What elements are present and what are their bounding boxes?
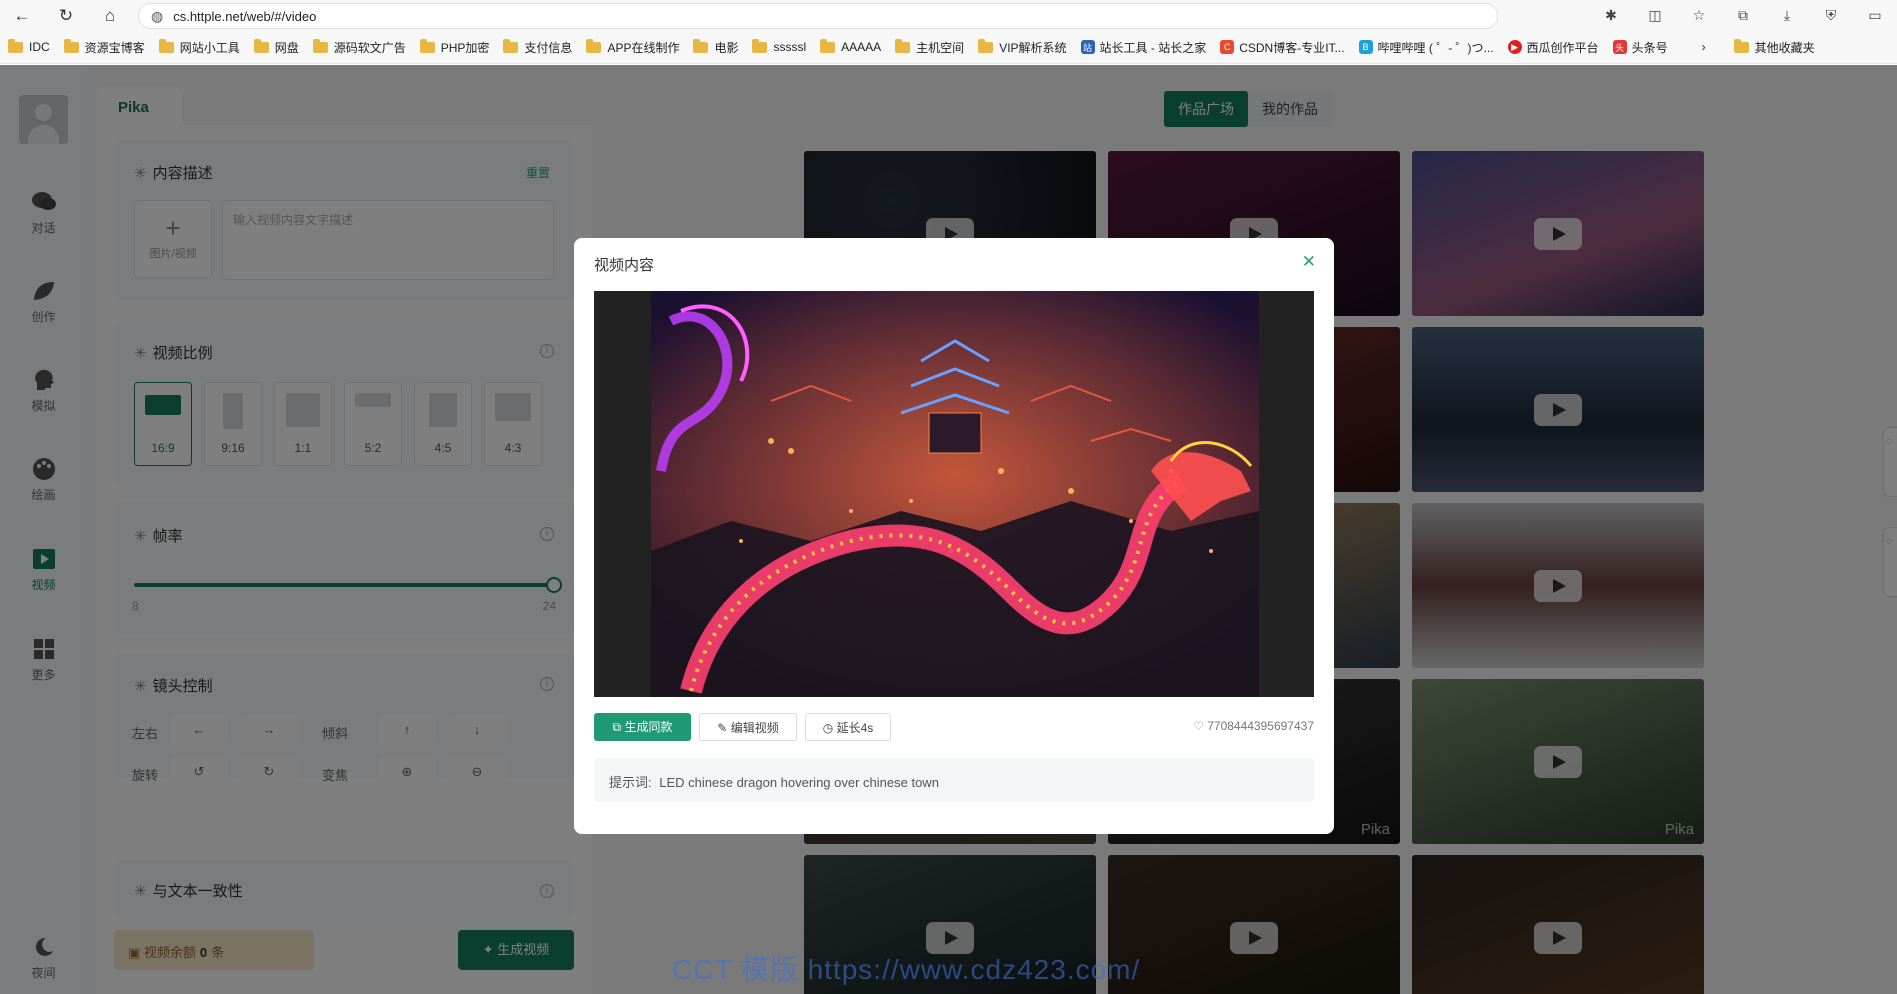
folder-icon bbox=[820, 38, 836, 53]
favorites-icon[interactable]: ☆ bbox=[1677, 0, 1721, 31]
video-id: ♡ 7708444395697437 bbox=[1193, 719, 1314, 733]
csdn-icon: C bbox=[1220, 40, 1235, 54]
extensions-icon[interactable]: ✱ bbox=[1589, 0, 1633, 31]
video-modal: 视频内容 ✕ ⧉ 生成同款 ✎ 编辑视频 ◷ 延长4s ♡ 7708444395… bbox=[574, 238, 1334, 834]
folder-icon bbox=[503, 38, 519, 53]
bookmark-item[interactable]: VIP解析系统 bbox=[978, 38, 1067, 56]
address-bar[interactable]: ◍ cs.httple.net/web/#/video bbox=[138, 3, 1498, 29]
bookmark-item[interactable]: 网盘 bbox=[253, 38, 299, 56]
video-preview bbox=[651, 291, 1259, 697]
collections-icon[interactable]: ⧉ bbox=[1721, 0, 1765, 31]
bookmarks-bar: IDC 资源宝博客 网站小工具 网盘 源码软文广告 PHP加密 支付信息 APP… bbox=[0, 31, 1897, 64]
bookmark-item[interactable]: sssssl bbox=[752, 38, 806, 54]
modal-title: 视频内容 bbox=[594, 257, 655, 274]
generate-same-button[interactable]: ⧉ 生成同款 bbox=[594, 713, 691, 741]
prompt-label: 提示词: bbox=[609, 775, 652, 790]
globe-icon: ◍ bbox=[151, 7, 164, 24]
folder-icon bbox=[1733, 38, 1749, 53]
bookmark-item[interactable]: 站站长工具 - 站长之家 bbox=[1080, 39, 1206, 56]
bookmark-item[interactable]: IDC bbox=[8, 38, 50, 54]
extend-video-button[interactable]: ◷ 延长4s bbox=[805, 713, 891, 741]
chinaz-icon: 站 bbox=[1080, 40, 1095, 54]
close-icon[interactable]: ✕ bbox=[1302, 252, 1316, 272]
split-screen-icon[interactable]: ◫ bbox=[1633, 0, 1677, 31]
reload-icon[interactable]: ↻ bbox=[50, 0, 82, 31]
tag-icon: ♡ bbox=[1193, 719, 1208, 733]
folder-icon bbox=[586, 38, 602, 53]
url-text: cs.httple.net/web/#/video bbox=[173, 8, 317, 24]
folder-icon bbox=[8, 38, 23, 53]
bookmark-item[interactable]: APP在线制作 bbox=[586, 38, 679, 56]
bookmark-item[interactable]: 网站小工具 bbox=[158, 38, 240, 56]
bookmark-item[interactable]: AAAAA bbox=[820, 38, 881, 54]
folder-icon bbox=[419, 38, 435, 53]
edit-icon: ✎ bbox=[717, 721, 731, 735]
browser-toolbar: ← ↻ ⌂ ◍ cs.httple.net/web/#/video ✱ ◫ ☆ … bbox=[0, 0, 1897, 31]
download-icon[interactable]: ⤓ bbox=[1765, 0, 1809, 31]
shield-icon[interactable]: ⛨ bbox=[1809, 0, 1853, 31]
video-player[interactable] bbox=[594, 291, 1314, 697]
bookmark-item[interactable]: 电影 bbox=[693, 38, 738, 56]
bookmarks-more-icon[interactable]: › bbox=[1702, 40, 1706, 54]
prompt-box: 提示词: LED chinese dragon hovering over ch… bbox=[594, 758, 1314, 802]
folder-icon bbox=[752, 38, 768, 53]
folder-icon bbox=[253, 38, 269, 53]
folder-icon bbox=[895, 38, 911, 53]
copy-icon: ⧉ bbox=[612, 720, 625, 734]
bookmark-item[interactable]: B 哔哩哔哩 ( ゜- ゜)つ... bbox=[1358, 39, 1494, 56]
folder-icon bbox=[312, 38, 328, 53]
bookmark-item[interactable]: 主机空间 bbox=[895, 38, 964, 56]
xigua-icon: ▶ bbox=[1507, 40, 1522, 54]
bookmark-item[interactable]: 资源宝博客 bbox=[63, 38, 145, 56]
toutiao-icon: 头 bbox=[1612, 40, 1627, 54]
bookmark-item[interactable]: 其他收藏夹 bbox=[1733, 38, 1815, 56]
folder-icon bbox=[158, 38, 174, 53]
clock-icon: ◷ bbox=[822, 721, 837, 735]
bookmark-item[interactable]: 头头条号 bbox=[1612, 39, 1668, 56]
bookmark-item[interactable]: 源码软文广告 bbox=[312, 38, 406, 56]
home-icon[interactable]: ⌂ bbox=[94, 0, 126, 31]
bookmark-item[interactable]: PHP加密 bbox=[419, 38, 489, 56]
bookmark-item[interactable]: 支付信息 bbox=[503, 38, 572, 56]
folder-icon bbox=[978, 38, 994, 53]
edit-video-button[interactable]: ✎ 编辑视频 bbox=[699, 713, 797, 741]
bilibili-icon: B bbox=[1358, 40, 1373, 54]
dragon-town-scene bbox=[651, 291, 1259, 697]
back-icon[interactable]: ← bbox=[6, 0, 38, 31]
folder-icon bbox=[693, 38, 709, 53]
bookmark-item[interactable]: C CSDN博客-专业IT... bbox=[1220, 39, 1345, 56]
prompt-text: LED chinese dragon hovering over chinese… bbox=[659, 775, 939, 790]
folder-icon bbox=[63, 38, 79, 53]
bookmark-item[interactable]: ▶ 西瓜创作平台 bbox=[1507, 39, 1599, 56]
site-watermark: CCT 模版 https://www.cdz423.com/ bbox=[672, 954, 1141, 985]
window-icon[interactable]: ▭ bbox=[1853, 0, 1897, 31]
